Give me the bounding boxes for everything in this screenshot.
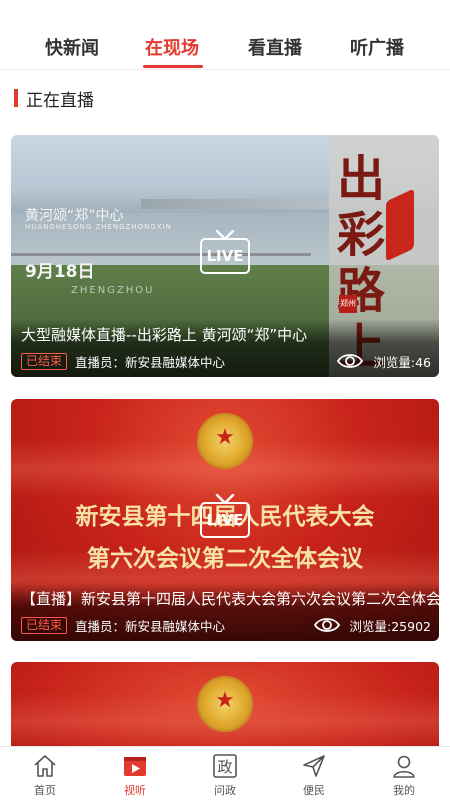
anchor-name: 直播员：新安县融媒体中心 [75,354,226,370]
nav-label: 首页 [34,784,56,797]
top-tab-bar: 快新闻 在现场 看直播 听广播 [0,0,450,70]
card-image-headline: 黄河颂“郑”中心 [25,208,124,224]
card-image-bridge [11,253,311,256]
card-title: 大型融媒体直播--出彩路上 黄河颂“郑”中心 [21,326,308,344]
national-emblem-icon [197,413,253,469]
section-heading: 正在直播 [14,88,94,111]
nav-label: 视听 [124,784,146,797]
card-title: 【直播】新安县第十四届人民代表大会第六次会议第二次全体会议 [21,590,439,608]
tab-quick-news[interactable]: 快新闻 [45,34,99,60]
user-icon [393,755,415,778]
card-image-city-name: ZHENGZHOU [71,285,155,296]
view-count-text: 浏览量:46 [373,354,431,370]
national-emblem-icon [197,676,253,732]
card-meta: 已结束 直播员：新安县融媒体中心 浏览量:46 [21,351,431,371]
nav-label: 问政 [214,784,236,797]
send-icon [303,755,325,777]
politics-icon: 政 [213,754,237,778]
video-icon [124,757,146,776]
live-card[interactable]: 新安县第十四届人民代表大会 第六次会议第二次全体会议 LIVE 【直播】新安县第… [11,399,439,641]
nav-item-convenience[interactable]: 便民 [284,753,344,798]
nav-item-me[interactable]: 我的 [374,753,434,798]
live-card[interactable]: 出彩路上 郑州 黄河颂“郑”中心 HUANGHESONG ZHENGZHONGX… [11,135,439,377]
card-meta: 已结束 直播员：新安县融媒体中心 浏览量:25902 [21,615,431,635]
section-title: 正在直播 [26,90,94,111]
eye-icon [337,354,364,368]
bottom-nav-bar: 首页 视听 政 问政 便民 我的 [0,746,450,800]
card-image-city [141,199,341,209]
live-badge: LIVE [200,230,250,276]
view-count: 浏览量:25902 [313,615,431,635]
section-accent-bar [14,89,18,107]
card-image-city-tag: 郑州 [339,295,357,313]
live-label: LIVE [200,502,250,538]
nav-item-home[interactable]: 首页 [15,753,75,798]
tab-watch-live[interactable]: 看直播 [248,34,302,60]
active-tab-indicator [143,65,203,68]
svg-text:政: 政 [217,758,232,776]
nav-label: 便民 [303,784,325,797]
status-badge: 已结束 [21,616,68,634]
eye-icon [313,618,340,632]
nav-label: 我的 [393,784,415,797]
status-badge: 已结束 [21,352,68,370]
anchor-name: 直播员：新安县融媒体中心 [75,618,226,634]
live-label: LIVE [200,238,250,274]
view-count-text: 浏览量:25902 [349,618,431,634]
nav-item-video[interactable]: 视听 [105,753,165,798]
card-image-date: 9月18日 [25,262,95,282]
view-count: 浏览量:46 [337,351,431,371]
card-image-banner-line2: 第六次会议第二次全体会议 [87,545,363,572]
card-image-pinyin: HUANGHESONG ZHENGZHONGXIN [25,223,172,231]
tab-listen-radio[interactable]: 听广播 [350,34,404,60]
live-badge: LIVE [200,494,250,540]
nav-item-politics[interactable]: 政 问政 [195,753,255,798]
home-icon [34,755,56,777]
tab-on-site[interactable]: 在现场 [145,34,199,60]
